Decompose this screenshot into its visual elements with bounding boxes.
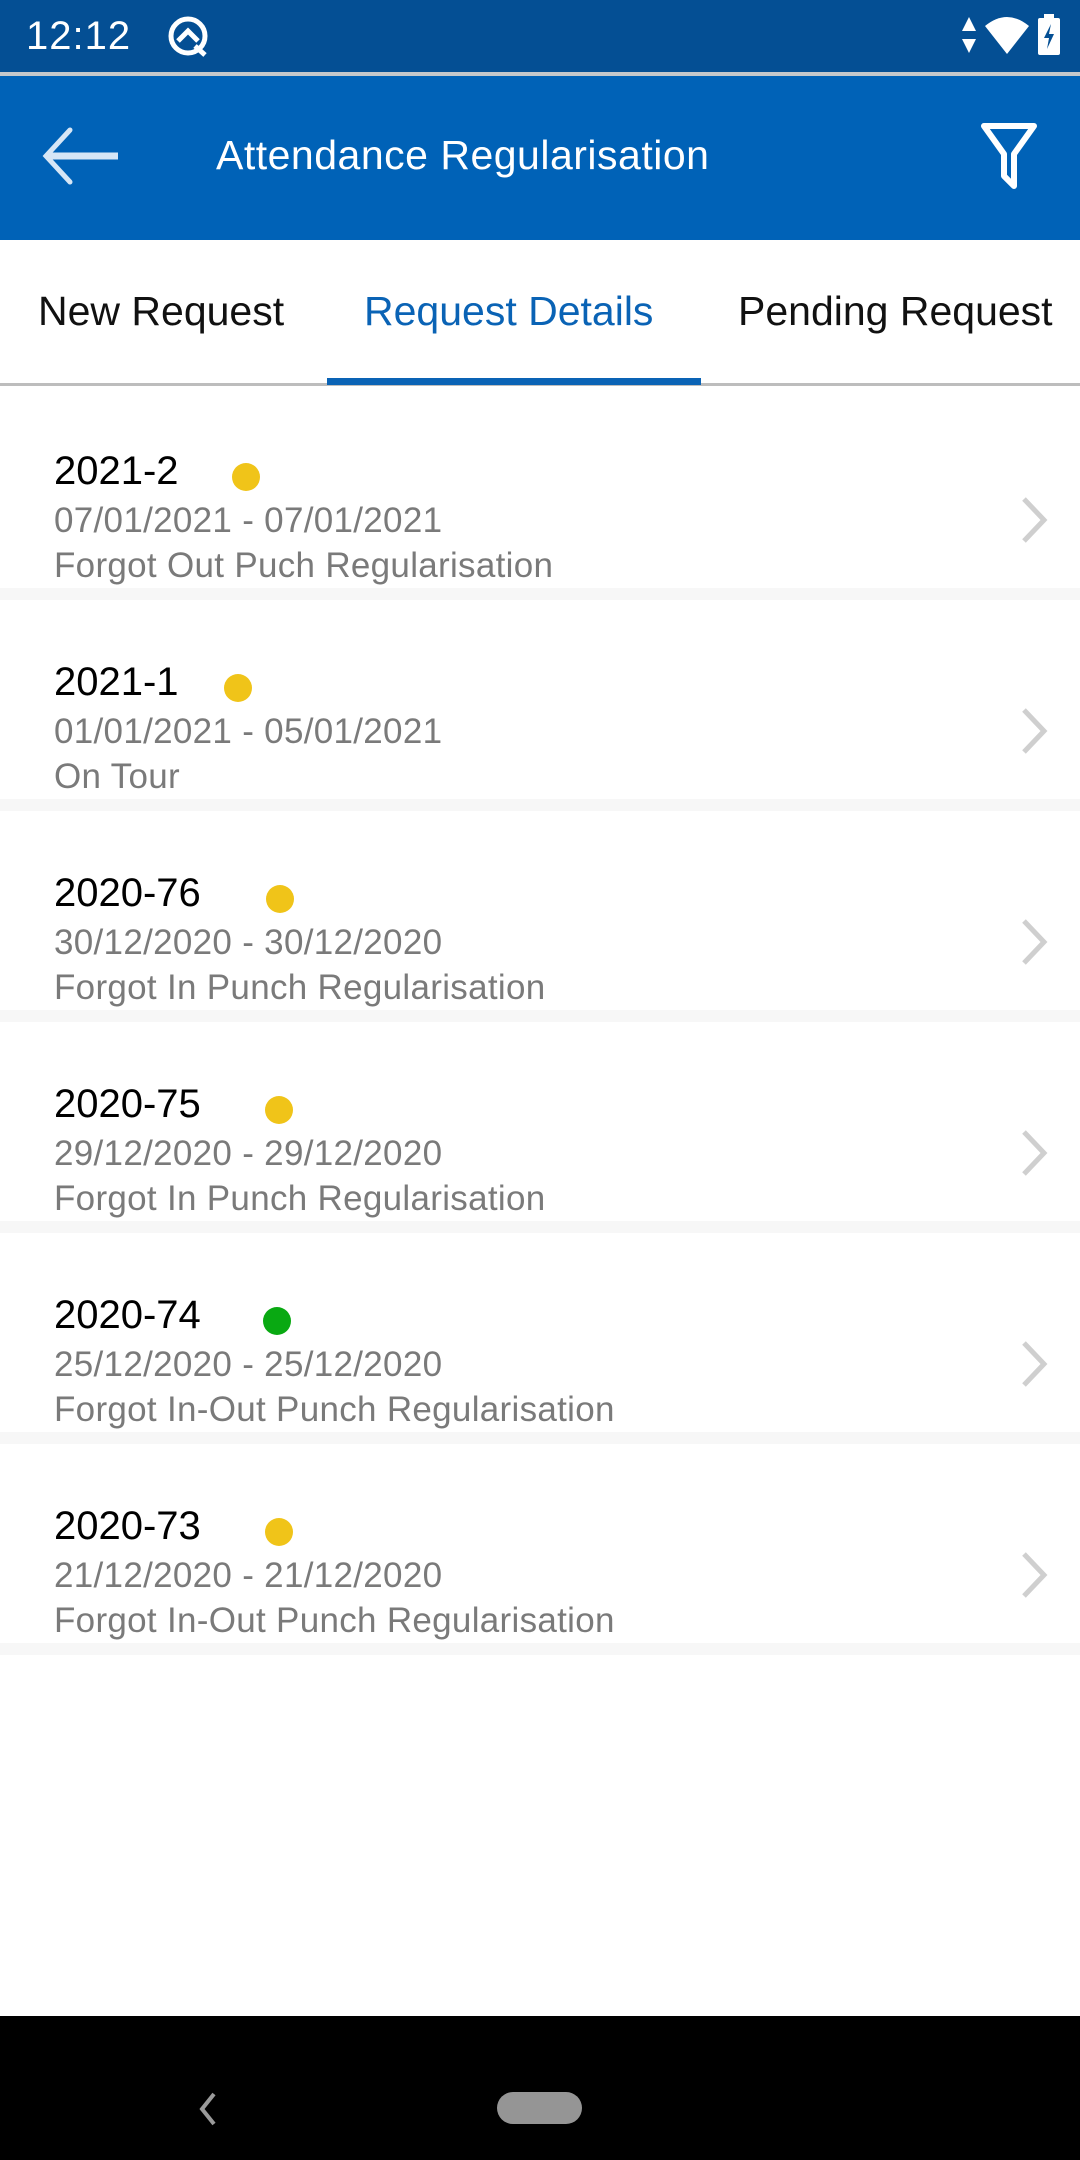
list-item[interactable]: 2020-74 25/12/2020 - 25/12/2020 Forgot I… [0, 1233, 1080, 1444]
status-time: 12:12 [26, 13, 132, 58]
request-id: 2020-74 [54, 1293, 201, 1337]
list-item[interactable]: 2021-2 07/01/2021 - 07/01/2021 Forgot Ou… [0, 389, 1080, 600]
request-id: 2021-2 [54, 449, 179, 493]
request-dates: 30/12/2020 - 30/12/2020 [54, 923, 443, 962]
request-dates: 29/12/2020 - 29/12/2020 [54, 1134, 443, 1173]
request-type: Forgot In-Out Punch Regularisation [54, 1390, 615, 1429]
request-dates: 25/12/2020 - 25/12/2020 [54, 1345, 443, 1384]
chevron-right-icon [1022, 1552, 1048, 1598]
tab-pending-request[interactable]: Pending Request [738, 288, 1053, 335]
status-dot-icon [265, 1518, 293, 1546]
tab-request-details[interactable]: Request Details [364, 288, 653, 335]
chevron-right-icon [1022, 1130, 1048, 1176]
active-tab-indicator [327, 378, 701, 385]
status-icons [960, 14, 1062, 56]
status-dot-icon [232, 463, 260, 491]
request-type: Forgot In Punch Regularisation [54, 1179, 546, 1218]
list-item[interactable]: 2020-76 30/12/2020 - 30/12/2020 Forgot I… [0, 811, 1080, 1022]
chevron-right-icon [1022, 919, 1048, 965]
tab-bar: New Request Request Details Pending Requ… [0, 240, 1080, 386]
request-type: On Tour [54, 757, 180, 796]
request-id: 2020-76 [54, 871, 201, 915]
chevron-right-icon [1022, 1341, 1048, 1387]
request-type: Forgot In Punch Regularisation [54, 968, 546, 1007]
request-type: Forgot In-Out Punch Regularisation [54, 1601, 615, 1640]
request-list: 2021-2 07/01/2021 - 07/01/2021 Forgot Ou… [0, 389, 1080, 1655]
status-dot-icon [263, 1307, 291, 1335]
request-dates: 07/01/2021 - 07/01/2021 [54, 501, 443, 540]
request-id: 2020-73 [54, 1504, 201, 1548]
system-nav-bar [0, 2016, 1080, 2160]
back-arrow-icon[interactable] [40, 126, 124, 186]
nav-home-pill-icon[interactable] [497, 2092, 582, 2124]
status-dot-icon [224, 674, 252, 702]
request-dates: 01/01/2021 - 05/01/2021 [54, 712, 443, 751]
chevron-right-icon [1022, 497, 1048, 543]
chevron-right-icon [1022, 708, 1048, 754]
data-transfer-icon [962, 17, 976, 53]
app-notification-icon [168, 16, 208, 57]
status-dot-icon [265, 1096, 293, 1124]
page-title: Attendance Regularisation [216, 132, 710, 178]
list-item[interactable]: 2021-1 01/01/2021 - 05/01/2021 On Tour [0, 600, 1080, 811]
request-dates: 21/12/2020 - 21/12/2020 [54, 1556, 443, 1595]
list-item[interactable]: 2020-73 21/12/2020 - 21/12/2020 Forgot I… [0, 1444, 1080, 1655]
filter-icon[interactable] [978, 120, 1040, 192]
status-dot-icon [266, 885, 294, 913]
tab-new-request[interactable]: New Request [38, 288, 284, 335]
nav-back-icon[interactable] [196, 2092, 220, 2126]
request-id: 2021-1 [54, 660, 179, 704]
battery-charging-icon [1038, 14, 1060, 55]
request-type: Forgot Out Puch Regularisation [54, 546, 554, 585]
status-bar: 12:12 [0, 0, 1080, 72]
wifi-icon [985, 17, 1029, 54]
list-item[interactable]: 2020-75 29/12/2020 - 29/12/2020 Forgot I… [0, 1022, 1080, 1233]
app-bar: Attendance Regularisation [0, 76, 1080, 240]
request-id: 2020-75 [54, 1082, 201, 1126]
